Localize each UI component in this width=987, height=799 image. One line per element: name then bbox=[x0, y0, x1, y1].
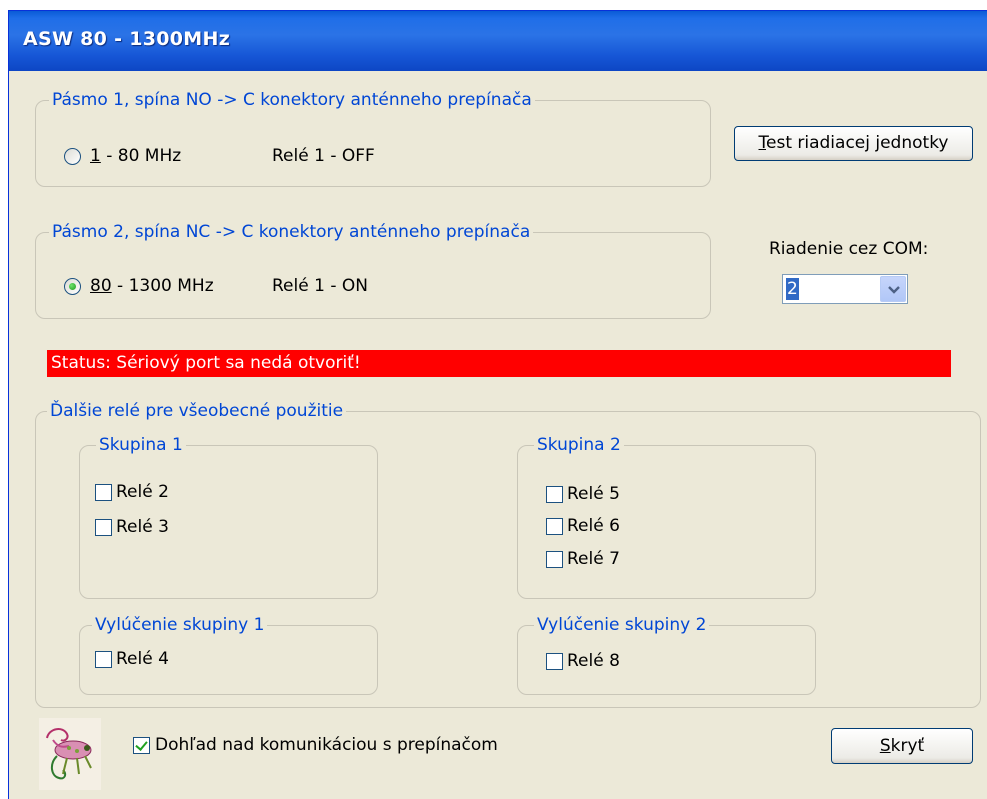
relay8-checkbox[interactable] bbox=[546, 653, 563, 670]
band2-radio-label[interactable]: 80 - 1300 MHz bbox=[90, 275, 214, 297]
group1-legend: Skupina 1 bbox=[96, 434, 186, 456]
relay7-checkbox[interactable] bbox=[546, 551, 563, 568]
relay4-checkbox[interactable] bbox=[95, 651, 112, 668]
com-port-select[interactable]: 2 bbox=[782, 274, 908, 304]
relay7-label[interactable]: Relé 7 bbox=[567, 548, 620, 570]
group1-box: Skupina 1 Relé 2 Relé 3 bbox=[79, 434, 378, 599]
group2-box: Skupina 2 Relé 5 Relé 6 Relé 7 bbox=[517, 434, 816, 599]
main-window: ASW 80 - 1300MHz Pásmo 1, spína NO -> C … bbox=[8, 10, 987, 799]
relay2-label[interactable]: Relé 2 bbox=[116, 481, 169, 503]
extra-relays-legend: Ďalšie relé pre všeobecné použitie bbox=[47, 400, 347, 422]
radio-selected-dot bbox=[69, 283, 76, 290]
relay6-label[interactable]: Relé 6 bbox=[567, 515, 620, 537]
relay2-checkbox[interactable] bbox=[95, 484, 112, 501]
relay5-checkbox[interactable] bbox=[546, 486, 563, 503]
band2-radio[interactable] bbox=[64, 278, 81, 295]
com-port-value: 2 bbox=[786, 278, 799, 300]
band1-group: Pásmo 1, spína NO -> C konektory anténne… bbox=[35, 89, 711, 187]
combo-dropdown-button[interactable] bbox=[880, 276, 906, 302]
monitor-label[interactable]: Dohľad nad komunikáciou s prepínačom bbox=[155, 734, 498, 756]
title-bar[interactable]: ASW 80 - 1300MHz bbox=[9, 11, 987, 71]
band1-radio[interactable] bbox=[64, 148, 81, 165]
band2-group: Pásmo 2, spína NC -> C konektory anténne… bbox=[35, 221, 711, 319]
group2-legend: Skupina 2 bbox=[534, 434, 624, 456]
band1-radio-label[interactable]: 1 - 80 MHz bbox=[90, 145, 181, 167]
band2-legend: Pásmo 2, spína NC -> C konektory anténne… bbox=[49, 221, 534, 243]
excl1-box: Vylúčenie skupiny 1 Relé 4 bbox=[79, 614, 378, 695]
excl2-box: Vylúčenie skupiny 2 Relé 8 bbox=[517, 614, 816, 695]
chevron-down-icon bbox=[888, 286, 900, 294]
relay8-label[interactable]: Relé 8 bbox=[567, 650, 620, 672]
band1-legend: Pásmo 1, spína NO -> C konektory anténne… bbox=[49, 89, 535, 111]
relay4-label[interactable]: Relé 4 bbox=[116, 648, 169, 670]
excl1-legend: Vylúčenie skupiny 1 bbox=[92, 614, 268, 636]
relay6-checkbox[interactable] bbox=[546, 518, 563, 535]
chameleon-logo-icon bbox=[39, 718, 101, 790]
com-label: Riadenie cez COM: bbox=[769, 239, 929, 259]
band2-relay-status: Relé 1 - ON bbox=[272, 276, 368, 296]
relay3-checkbox[interactable] bbox=[95, 519, 112, 536]
band1-relay-status: Relé 1 - OFF bbox=[272, 146, 375, 166]
hide-button[interactable]: Skryť bbox=[831, 728, 973, 764]
window-title: ASW 80 - 1300MHz bbox=[23, 28, 231, 50]
extra-relays-group: Ďalšie relé pre všeobecné použitie Skupi… bbox=[35, 400, 981, 708]
monitor-checkbox[interactable] bbox=[133, 737, 150, 754]
relay3-label[interactable]: Relé 3 bbox=[116, 516, 169, 538]
excl2-legend: Vylúčenie skupiny 2 bbox=[534, 614, 710, 636]
test-control-unit-button[interactable]: Test riadiacej jednotky bbox=[734, 126, 973, 161]
status-bar: Status: Sériový port sa nedá otvoriť! bbox=[47, 350, 951, 377]
relay5-label[interactable]: Relé 5 bbox=[567, 483, 620, 505]
